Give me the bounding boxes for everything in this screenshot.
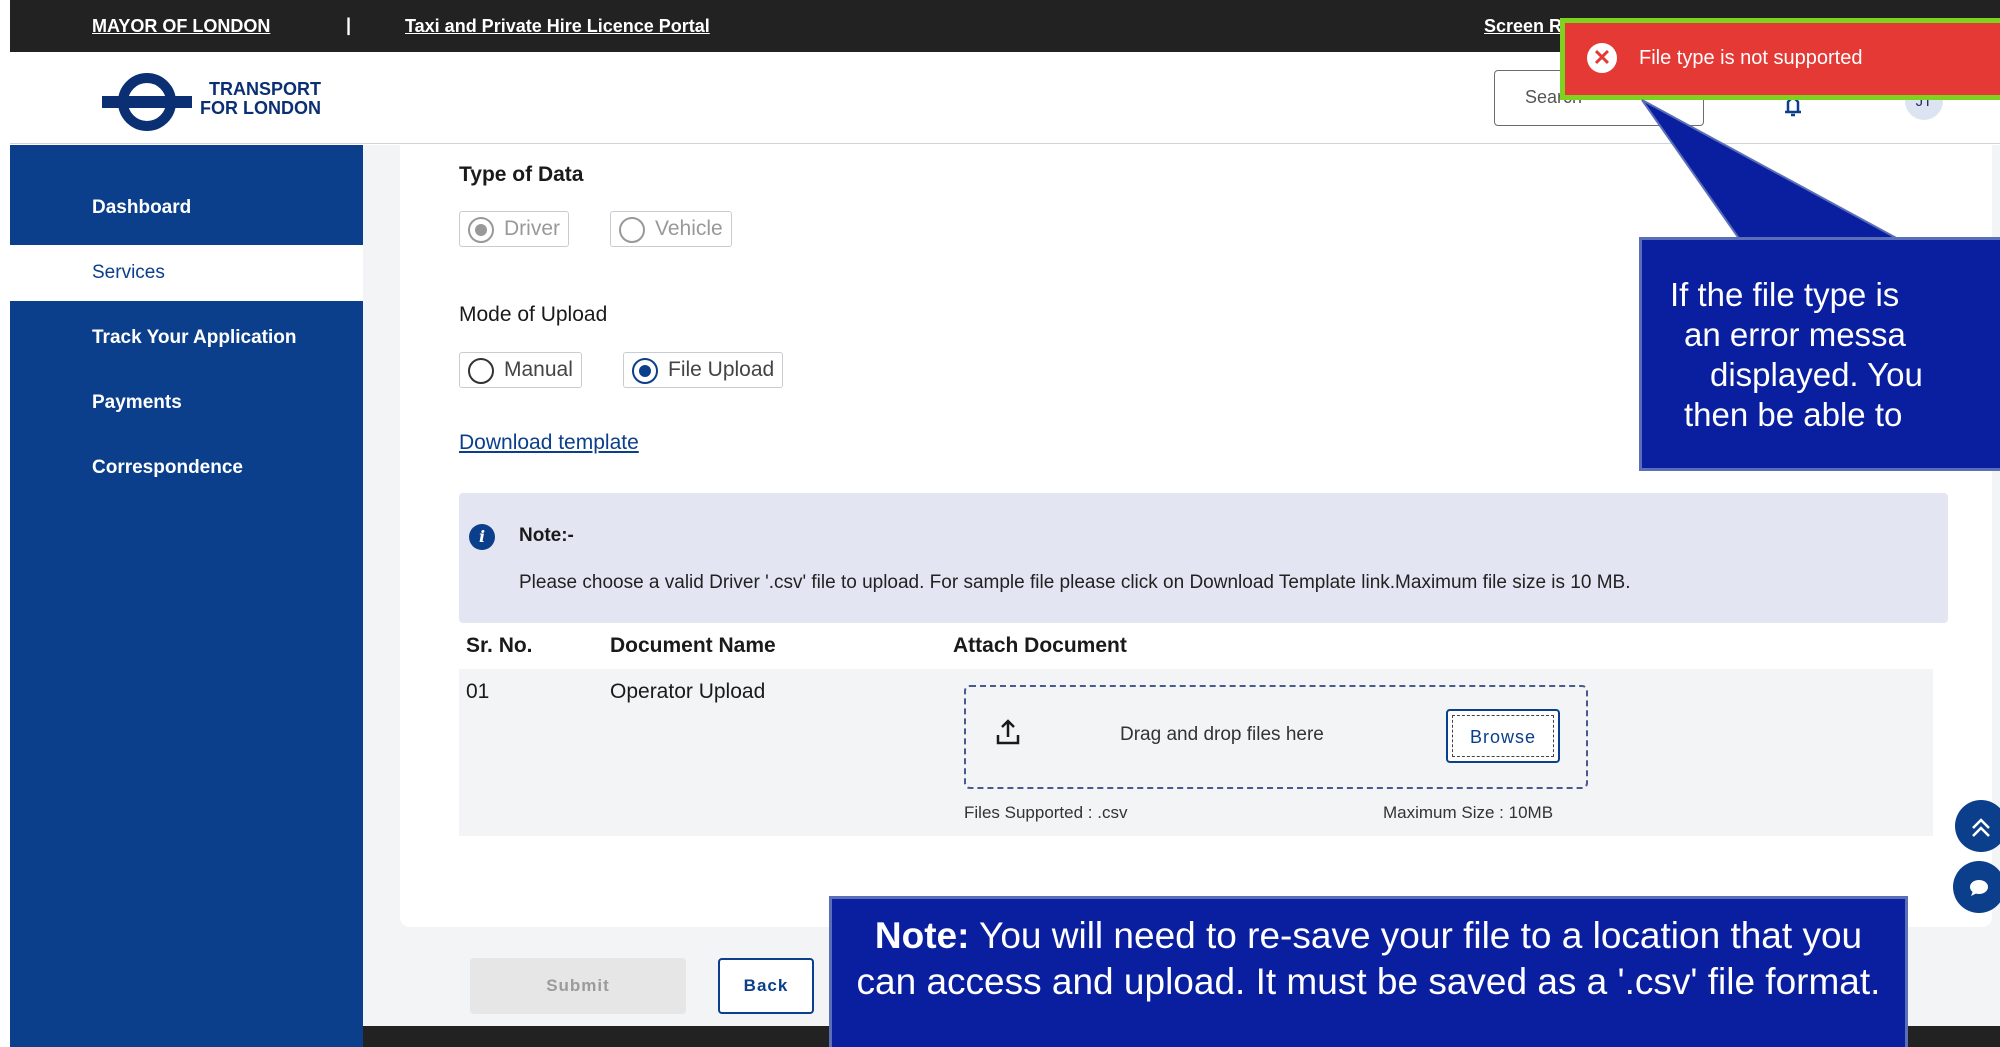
drop-zone-text: Drag and drop files here <box>1120 724 1324 745</box>
row-sr-no: 01 <box>466 680 490 703</box>
browse-button[interactable]: Browse <box>1446 709 1560 763</box>
logo-line-2: FOR LONDON <box>200 98 321 118</box>
browse-button-label: Browse <box>1452 715 1554 757</box>
callout-right-line-2: an error messa <box>1684 316 1906 353</box>
radio-manual[interactable]: Manual <box>459 352 582 388</box>
radio-circle <box>468 358 494 384</box>
note-text: Please choose a valid Driver '.csv' file… <box>519 572 1631 593</box>
files-supported-text: Files Supported : .csv <box>964 803 1128 822</box>
tfl-roundel-icon[interactable] <box>102 72 192 132</box>
sidebar-item-track-application[interactable]: Track Your Application <box>10 310 363 366</box>
toast-message: File type is not supported <box>1639 47 1863 69</box>
error-x-icon[interactable]: ✕ <box>1587 43 1617 73</box>
mode-of-upload-label: Mode of Upload <box>459 303 608 326</box>
sidebar-item-payments[interactable]: Payments <box>10 375 363 431</box>
logo-line-1: TRANSPORT <box>209 79 321 99</box>
screen-reader-link[interactable]: Screen R <box>1484 16 1562 37</box>
annotation-callout-bottom: Note: You will need to re-save your file… <box>829 896 1908 1047</box>
callout-right-line-4: then be able to <box>1684 396 1903 433</box>
table-header-sr-no: Sr. No. <box>466 634 533 657</box>
radio-circle <box>619 217 645 243</box>
callout-right-line-1: If the file type is <box>1670 276 1900 313</box>
radio-file-upload-label: File Upload <box>668 358 775 381</box>
scroll-to-top-button[interactable] <box>1955 800 2000 852</box>
radio-driver[interactable]: Driver <box>459 211 569 247</box>
radio-vehicle[interactable]: Vehicle <box>610 211 732 247</box>
callout-bottom-text: You will need to re-save your file to a … <box>856 915 1881 1002</box>
sidebar: Dashboard Services Track Your Applicatio… <box>10 145 363 1047</box>
radio-circle <box>632 358 658 384</box>
callout-bottom-bold: Note: <box>874 915 970 956</box>
topbar-separator: | <box>346 15 352 35</box>
portal-link[interactable]: Taxi and Private Hire Licence Portal <box>405 16 710 37</box>
tfl-logo-text: TRANSPORT FOR LONDON <box>200 80 321 118</box>
error-toast: ✕ File type is not supported <box>1560 18 2000 100</box>
table-header-document-name: Document Name <box>610 634 776 657</box>
radio-vehicle-label: Vehicle <box>655 217 723 240</box>
download-template-link[interactable]: Download template <box>459 431 639 455</box>
type-of-data-label: Type of Data <box>459 163 584 186</box>
radio-driver-label: Driver <box>504 217 560 240</box>
callout-right-line-3: displayed. You <box>1710 356 1923 393</box>
file-drop-zone[interactable]: Drag and drop files here Browse <box>964 685 1588 789</box>
max-size-text: Maximum Size : 10MB <box>1383 803 1554 822</box>
radio-file-upload[interactable]: File Upload <box>623 352 784 388</box>
chat-button[interactable] <box>1953 861 2000 913</box>
double-chevron-up-icon <box>1972 818 1990 837</box>
note-title: Note:- <box>519 525 574 546</box>
radio-manual-label: Manual <box>504 358 573 381</box>
annotation-callout-right: If the file type is an error messa displ… <box>1639 237 2000 471</box>
row-document-name: Operator Upload <box>610 680 766 703</box>
table-header-attach-document: Attach Document <box>953 634 1127 657</box>
mayor-of-london-link[interactable]: MAYOR OF LONDON <box>92 16 270 37</box>
note-box: i Note:- Please choose a valid Driver '.… <box>459 493 1948 623</box>
sidebar-item-correspondence[interactable]: Correspondence <box>10 440 363 496</box>
upload-icon <box>996 719 1020 745</box>
info-icon: i <box>469 524 495 550</box>
chat-bubble-icon <box>1970 880 1988 896</box>
radio-circle <box>468 217 494 243</box>
back-button[interactable]: Back <box>718 958 814 1014</box>
submit-button[interactable]: Submit <box>470 958 686 1014</box>
sidebar-item-services[interactable]: Services <box>10 245 363 301</box>
sidebar-item-dashboard[interactable]: Dashboard <box>10 180 363 236</box>
